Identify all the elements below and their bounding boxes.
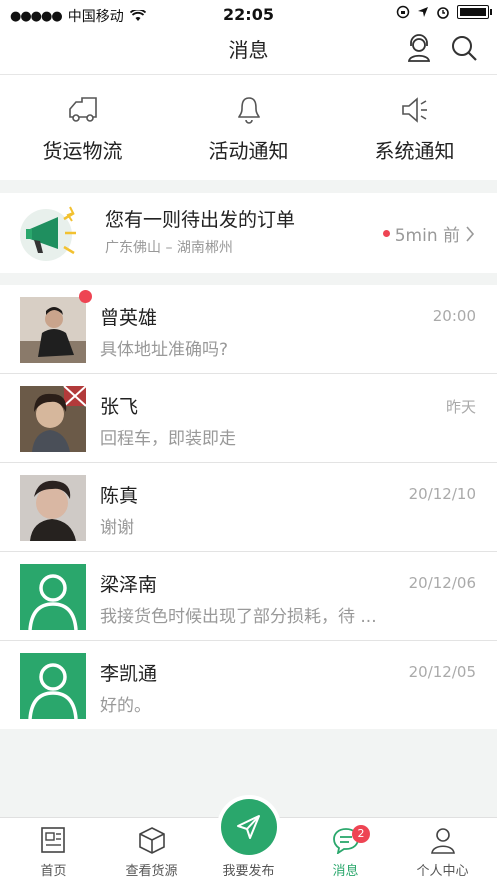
message-row[interactable]: 张飞 回程车，即装即走 昨天 — [0, 374, 497, 463]
message-time: 昨天 — [445, 398, 476, 416]
notice-route: 广东佛山 – 湖南郴州 — [105, 240, 233, 256]
notice-title: 您有一则待出发的订单 — [105, 209, 296, 231]
message-preview: 谢谢 — [100, 518, 134, 538]
message-row[interactable]: 陈真 谢谢 20/12/10 — [0, 463, 497, 552]
order-notice[interactable]: 您有一则待出发的订单 广东佛山 – 湖南郴州 5min 前 — [0, 193, 497, 273]
category-system[interactable]: 系统通知 — [332, 75, 497, 180]
customer-service-icon[interactable] — [404, 33, 434, 63]
message-preview: 我接货色时候出现了部分损耗，待 ... — [100, 607, 377, 627]
contact-name: 陈真 — [100, 485, 139, 507]
publish-button[interactable] — [221, 799, 277, 855]
category-label: 货运物流 — [42, 139, 123, 163]
contact-name: 曾英雄 — [100, 307, 158, 329]
battery-icon — [457, 5, 492, 19]
tab-label: 消息 — [332, 864, 359, 879]
tab-profile[interactable]: 个人中心 — [393, 818, 492, 884]
truck-icon — [69, 97, 97, 122]
message-count-badge: 2 — [352, 825, 370, 843]
tab-label: 查看货源 — [125, 864, 178, 879]
speaker-icon — [402, 97, 427, 123]
category-activity[interactable]: 活动通知 — [166, 75, 331, 180]
chevron-right-icon — [466, 225, 475, 242]
contact-name: 张飞 — [100, 396, 139, 418]
message-time: 20/12/06 — [408, 574, 476, 592]
search-icon[interactable] — [449, 33, 479, 63]
megaphone-icon — [20, 206, 76, 261]
nav-bar: 消息 — [0, 30, 497, 75]
avatar — [20, 297, 86, 363]
contact-name: 李凯通 — [100, 663, 158, 685]
contact-name: 梁泽南 — [100, 574, 158, 596]
unread-dot — [382, 230, 390, 237]
message-preview: 回程车，即装即走 — [100, 429, 236, 449]
message-preview: 好的。 — [100, 696, 151, 716]
tab-label: 我要发布 — [222, 864, 275, 879]
notice-time: 5min 前 — [382, 221, 475, 246]
notice-time-label: 5min 前 — [394, 226, 460, 246]
message-time: 20/12/05 — [408, 663, 476, 681]
paper-plane-icon — [237, 815, 260, 839]
message-row[interactable]: 梁泽南 我接货色时候出现了部分损耗，待 ... 20/12/06 — [0, 552, 497, 641]
message-time: 20/12/10 — [408, 485, 476, 503]
message-preview: 具体地址准确吗? — [100, 340, 229, 360]
tab-messages[interactable]: 消息 — [296, 818, 395, 884]
category-label: 活动通知 — [208, 139, 289, 163]
avatar — [20, 386, 86, 452]
box-icon — [139, 827, 165, 854]
tab-browse-cargo[interactable]: 查看货源 — [102, 818, 201, 884]
default-avatar-icon — [20, 564, 86, 630]
home-doc-icon — [41, 827, 65, 853]
tab-label: 首页 — [40, 864, 67, 879]
message-list: 曾英雄 具体地址准确吗? 20:00 张飞 回程车，即装即走 昨天 陈真 谢谢 … — [0, 285, 497, 729]
category-label: 系统通知 — [374, 139, 455, 163]
tab-home[interactable]: 首页 — [4, 818, 103, 884]
message-row[interactable]: 李凯通 好的。 20/12/05 — [0, 641, 497, 729]
default-avatar-icon — [20, 653, 86, 719]
status-bar: ●●●●● 中国移动 22:05 — [0, 0, 497, 30]
avatar — [20, 475, 86, 541]
message-time: 20:00 — [432, 307, 476, 325]
alarm-icon — [437, 7, 449, 19]
category-freight[interactable]: 货运物流 — [0, 75, 165, 180]
bell-icon — [238, 97, 260, 124]
message-row[interactable]: 曾英雄 具体地址准确吗? 20:00 — [0, 285, 497, 374]
user-icon — [431, 828, 455, 854]
unread-dot — [79, 290, 92, 303]
location-icon — [418, 7, 428, 17]
tab-label: 个人中心 — [416, 864, 469, 879]
rotation-lock-icon — [396, 5, 410, 19]
category-row: 货运物流 活动通知 系统通知 — [0, 75, 497, 180]
